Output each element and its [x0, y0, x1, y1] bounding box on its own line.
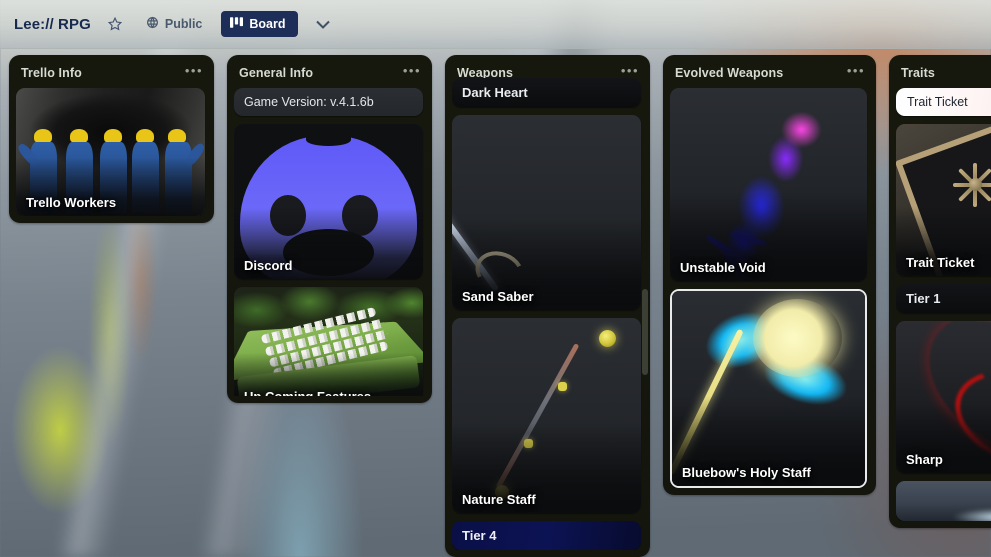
list-scrollbar-thumb[interactable] — [642, 289, 648, 375]
card-sand-saber[interactable]: Sand Saber — [452, 115, 641, 310]
list-trello-info[interactable]: Trello Info ••• Trello Workers — [9, 55, 214, 223]
card-unstable-void[interactable]: Unstable Void — [670, 88, 867, 281]
card-dark-heart[interactable]: Dark Heart — [452, 78, 641, 107]
card-thumbnail: Unstable Void — [670, 88, 867, 281]
list-cards: Trello Workers — [16, 88, 210, 216]
card-label: Sand Saber — [462, 289, 534, 304]
card-nature-staff[interactable]: Nature Staff — [452, 318, 641, 513]
card-trait-partial[interactable] — [896, 481, 991, 521]
list-header: Trello Info ••• — [16, 62, 210, 88]
list-title: General Info — [239, 66, 314, 80]
card-label: Trello Workers — [26, 195, 117, 210]
card-thumbnail: Trait Ticket — [896, 124, 991, 276]
card-label: Nature Staff — [462, 492, 536, 507]
board-view-label: Board — [249, 17, 286, 31]
card-trait-ticket[interactable]: Trait Ticket — [896, 124, 991, 276]
card-trait-ticket-label[interactable]: Trait Ticket — [896, 88, 991, 116]
list-title: Traits — [901, 66, 935, 80]
list-evolved-weapons[interactable]: Evolved Weapons ••• Unstable Void Bluebo… — [663, 55, 876, 495]
list-header: Traits ••• — [896, 62, 991, 88]
card-thumbnail: Up Coming Features — [234, 287, 423, 396]
list-menu-icon[interactable]: ••• — [401, 64, 423, 81]
card-game-version[interactable]: Game Version: v.4.1.6b — [234, 88, 423, 116]
card-thumbnail — [896, 481, 991, 521]
card-discord[interactable]: Discord — [234, 124, 423, 279]
board-lists-container[interactable]: Trello Info ••• Trello Workers General I… — [0, 49, 991, 557]
board-view-button[interactable]: Board — [221, 11, 298, 37]
card-label: Unstable Void — [680, 260, 766, 275]
list-scrollbar[interactable] — [642, 89, 648, 549]
board-header-bar: Lee:// RPG Public Board — [0, 0, 991, 49]
visibility-label: Public — [164, 17, 203, 31]
list-cards: Unstable Void Bluebow's Holy Staff — [670, 88, 872, 488]
card-thumbnail: Discord — [234, 124, 423, 279]
list-general-info[interactable]: General Info ••• Game Version: v.4.1.6b … — [227, 55, 432, 403]
card-tier-4[interactable]: Tier 4 — [452, 521, 641, 550]
card-tier-1[interactable]: Tier 1 — [896, 284, 991, 313]
list-menu-icon[interactable]: ••• — [183, 64, 205, 81]
globe-icon — [146, 16, 159, 32]
card-bluebows-holy-staff[interactable]: Bluebow's Holy Staff — [670, 289, 867, 488]
partial-trait-image — [896, 481, 991, 521]
card-trello-workers[interactable]: Trello Workers — [16, 88, 205, 216]
card-label: Up Coming Features — [244, 389, 371, 396]
list-weapons[interactable]: Weapons ••• Dark Heart Sand Saber Nature… — [445, 55, 650, 557]
list-menu-icon[interactable]: ••• — [845, 64, 867, 81]
card-thumbnail: Bluebow's Holy Staff — [672, 291, 865, 486]
list-cards: Dark Heart Sand Saber Nature Staff Tier … — [452, 78, 646, 550]
board-visibility-button[interactable]: Public — [139, 13, 210, 35]
star-icon[interactable] — [103, 12, 127, 36]
card-up-coming-features[interactable]: Up Coming Features — [234, 287, 423, 396]
card-thumbnail: Sand Saber — [452, 115, 641, 310]
board-grid-icon — [230, 17, 244, 31]
chevron-down-icon[interactable] — [310, 15, 336, 34]
card-thumbnail: Sharp — [896, 321, 991, 473]
card-label: Trait Ticket — [906, 255, 975, 270]
card-label: Bluebow's Holy Staff — [682, 465, 811, 480]
list-cards: Game Version: v.4.1.6b Discord — [234, 88, 428, 396]
card-label: Sharp — [906, 452, 943, 467]
card-label: Discord — [244, 258, 293, 273]
card-sharp[interactable]: Sharp — [896, 321, 991, 473]
list-title: Trello Info — [21, 66, 82, 80]
list-header: Evolved Weapons ••• — [670, 62, 872, 88]
card-thumbnail: Nature Staff — [452, 318, 641, 513]
card-thumbnail: Trello Workers — [16, 88, 205, 216]
list-traits[interactable]: Traits ••• Trait Ticket — [889, 55, 991, 528]
list-header: General Info ••• — [234, 62, 428, 88]
list-title: Evolved Weapons — [675, 66, 784, 80]
board-title: Lee:// RPG — [14, 15, 91, 33]
list-cards: Trait Ticket Trait Ticket Tier 1 Sharp — [896, 88, 991, 521]
